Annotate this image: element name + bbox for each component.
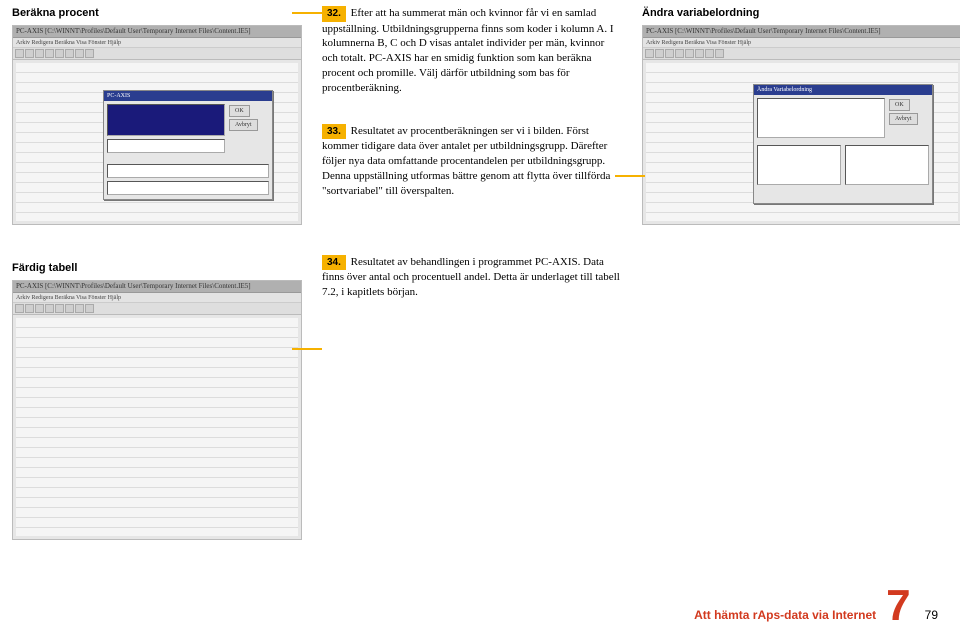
- toolbar-icon: [685, 49, 694, 58]
- dialog-field[interactable]: [107, 164, 269, 178]
- toolbar-icon: [55, 49, 64, 58]
- percent-dialog: PC-AXIS OK Avbryt: [103, 90, 273, 200]
- window-menubar: Arkiv Redigera Beräkna Visa Fönster Hjäl…: [13, 293, 301, 303]
- heading-left-bottom: Färdig tabell: [12, 261, 302, 276]
- toolbar-icon: [655, 49, 664, 58]
- spreadsheet-area: [13, 315, 301, 539]
- toolbar-icon: [25, 304, 34, 313]
- spreadsheet-area: PC-AXIS OK Avbryt: [13, 60, 301, 224]
- toolbar-icon: [35, 49, 44, 58]
- dialog-input[interactable]: [107, 139, 225, 153]
- step-34-text: Resultatet av behandlingen i programmet …: [322, 256, 620, 298]
- toolbar-icon: [715, 49, 724, 58]
- heading-left-top: Beräkna procent: [12, 6, 302, 21]
- window-toolbar: [643, 48, 960, 60]
- dialog-cancel-button[interactable]: Avbryt: [889, 113, 918, 125]
- step-33-text: Resultatet av procentberäkningen ser vi …: [322, 125, 610, 197]
- page-footer: Att hämta rAps-data via Internet 7 79: [694, 588, 938, 623]
- toolbar-icon: [65, 304, 74, 313]
- variable-order-dialog: Ändra Variabelordning OK Avbryt: [753, 84, 933, 204]
- step-34-paragraph: 34. Resultatet av behandlingen i program…: [322, 255, 622, 300]
- left-column: Beräkna procent PC-AXIS [C:\WINNT\Profil…: [12, 6, 302, 550]
- heading-right-top: Ändra variabelordning: [642, 6, 960, 21]
- toolbar-icon: [45, 49, 54, 58]
- dialog-ok-button[interactable]: OK: [889, 99, 910, 111]
- toolbar-icon: [25, 49, 34, 58]
- dialog-title: Ändra Variabelordning: [754, 85, 932, 95]
- toolbar-icon: [35, 304, 44, 313]
- step-number-34: 34.: [322, 255, 346, 271]
- toolbar-icon: [675, 49, 684, 58]
- toolbar-icon: [15, 304, 24, 313]
- dialog-listbox[interactable]: [757, 98, 885, 138]
- window-toolbar: [13, 48, 301, 60]
- toolbar-icon: [85, 304, 94, 313]
- step-32-paragraph: 32. Efter att ha summerat män och kvinno…: [322, 6, 622, 96]
- dialog-ok-button[interactable]: OK: [229, 105, 250, 117]
- step-number-32: 32.: [322, 6, 346, 22]
- dialog-listbox[interactable]: [845, 145, 929, 185]
- toolbar-icon: [705, 49, 714, 58]
- spreadsheet-area: Ändra Variabelordning OK Avbryt: [643, 60, 960, 224]
- footer-chapter-number: 7: [886, 588, 910, 623]
- dialog-title: PC-AXIS: [104, 91, 272, 101]
- window-titlebar: PC-AXIS [C:\WINNT\Profiles\Default User\…: [643, 26, 960, 38]
- right-column: Ändra variabelordning PC-AXIS [C:\WINNT\…: [642, 6, 960, 550]
- toolbar-icon: [75, 304, 84, 313]
- step-33-paragraph: 33. Resultatet av procentberäkningen ser…: [322, 124, 622, 199]
- window-toolbar: [13, 303, 301, 315]
- screenshot-step34: PC-AXIS [C:\WINNT\Profiles\Default User\…: [12, 280, 302, 540]
- dialog-cancel-button[interactable]: Avbryt: [229, 119, 258, 131]
- dialog-field[interactable]: [107, 181, 269, 195]
- step-32-text: Efter att ha summerat män och kvinnor få…: [322, 7, 613, 94]
- dialog-listbox[interactable]: [757, 145, 841, 185]
- toolbar-icon: [15, 49, 24, 58]
- toolbar-icon: [65, 49, 74, 58]
- toolbar-icon: [695, 49, 704, 58]
- footer-title: Att hämta rAps-data via Internet: [694, 607, 876, 623]
- center-column: 32. Efter att ha summerat män och kvinno…: [322, 6, 622, 550]
- footer-page-number: 79: [925, 607, 938, 623]
- screenshot-step33: PC-AXIS [C:\WINNT\Profiles\Default User\…: [642, 25, 960, 225]
- toolbar-icon: [665, 49, 674, 58]
- window-titlebar: PC-AXIS [C:\WINNT\Profiles\Default User\…: [13, 281, 301, 293]
- toolbar-icon: [45, 304, 54, 313]
- screenshot-step32: PC-AXIS [C:\WINNT\Profiles\Default User\…: [12, 25, 302, 225]
- toolbar-icon: [75, 49, 84, 58]
- toolbar-icon: [85, 49, 94, 58]
- dialog-listbox[interactable]: [107, 104, 225, 136]
- toolbar-icon: [645, 49, 654, 58]
- step-number-33: 33.: [322, 124, 346, 140]
- window-menubar: Arkiv Redigera Beräkna Visa Fönster Hjäl…: [13, 38, 301, 48]
- window-menubar: Arkiv Redigera Beräkna Visa Fönster Hjäl…: [643, 38, 960, 48]
- toolbar-icon: [55, 304, 64, 313]
- window-titlebar: PC-AXIS [C:\WINNT\Profiles\Default User\…: [13, 26, 301, 38]
